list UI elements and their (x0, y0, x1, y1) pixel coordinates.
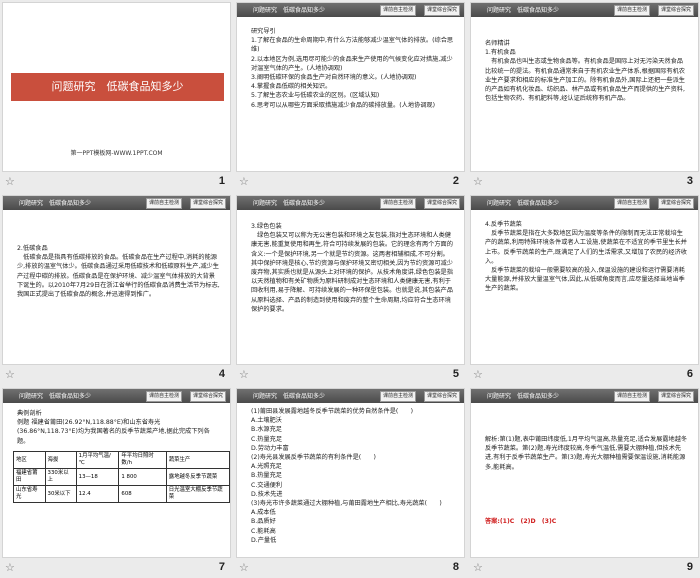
star-icon[interactable]: ☆ (5, 561, 15, 574)
practice-tab: 课堂综合探究 (189, 198, 226, 209)
table-header-row: 地区 海拔 1月平均气温/℃ 年平均日照时数/h 蔬菜生产 (13, 451, 230, 469)
table-cell: 13—18 (75, 468, 120, 486)
practice-tab: 课堂综合探究 (657, 391, 694, 402)
table-cell: 日光温室大棚反季节蔬菜 (165, 485, 230, 503)
slide-number: 7 (218, 561, 225, 573)
slide-footer-8: ☆ 8 (236, 559, 465, 578)
slide-number: 2 (452, 175, 459, 187)
slide-footer-9: ☆ 9 (470, 559, 699, 578)
slide-thumbnail-9[interactable]: 问题研究 低碳食品知多少 课前自主检测 课堂综合探究 解析:第(1)题,表中莆田… (470, 388, 699, 558)
slide-header: 问题研究 低碳食品知多少 课前自主检测 课堂综合探究 (237, 389, 464, 403)
star-icon[interactable]: ☆ (5, 175, 15, 188)
practice-tab: 课堂综合探究 (657, 198, 694, 209)
practice-tab: 课堂综合探究 (423, 391, 460, 402)
slide-footer-6: ☆ 6 (470, 366, 699, 385)
slide-number: 6 (686, 368, 693, 380)
table-header-cell: 蔬菜生产 (165, 451, 230, 469)
header-title: 问题研究 低碳食品知多少 (487, 393, 560, 400)
slide-2-text: 研究导引 1.了解在食品的生命周期中,有什么方法能够减少温室气体的排放。(综合思… (251, 28, 454, 109)
slide-6-text: 4.反季节蔬菜 反季节蔬菜是指在大多数地区因为温度等条件的限制而无法正常栽培生产… (485, 221, 687, 293)
star-icon[interactable]: ☆ (473, 368, 483, 381)
practice-tab: 课堂综合探究 (189, 391, 226, 402)
header-title: 问题研究 低碳食品知多少 (19, 200, 92, 207)
slide-thumbnail-5[interactable]: 问题研究 低碳食品知多少 课前自主检测 课堂综合探究 3.绿色包装 绿色包装又可… (236, 195, 465, 365)
practice-tab: 课堂综合探究 (657, 5, 694, 16)
slide-footer-7: ☆ 7 (2, 559, 231, 578)
slide-thumbnail-7[interactable]: 问题研究 低碳食品知多少 课前自主检测 课堂综合探究 典例剖析 例题 福建省莆田… (2, 388, 231, 558)
table-cell: 1 800 (118, 468, 167, 486)
header-title: 问题研究 低碳食品知多少 (19, 393, 92, 400)
star-icon[interactable]: ☆ (239, 368, 249, 381)
star-icon[interactable]: ☆ (473, 175, 483, 188)
slide-footer-2: ☆ 2 (236, 173, 465, 192)
practice-tab: 课堂综合探究 (423, 5, 460, 16)
table-cell: 山东省寿光 (13, 485, 46, 503)
slide-8-text: (1)莆田县发展露地越冬反季节蔬菜的优势自然条件是( ) A.土壤肥沃 B.水源… (251, 408, 442, 544)
contrast-tab: 课前自主检测 (379, 391, 416, 402)
slide-number: 9 (686, 561, 693, 573)
slide-thumbnail-1[interactable]: 问题研究 低碳食品知多少 第一PPT模板网-WWW.1PPT.COM (2, 2, 231, 172)
slide-footer-4: ☆ 4 (2, 366, 231, 385)
table-row: 山东省寿光 30米以下 12.4 608 日光温室大棚反季节蔬菜 (13, 485, 230, 503)
header-title: 问题研究 低碳食品知多少 (253, 393, 326, 400)
slide-3-text: 名师精讲 1.有机食品 有机食品也叫生态或生物食品等。有机食品是国际上对无污染天… (485, 40, 685, 103)
slide-1-title: 问题研究 低碳食品知多少 (11, 73, 224, 101)
slide-number: 4 (218, 368, 225, 380)
header-title: 问题研究 低碳食品知多少 (253, 7, 326, 14)
slide-1-site: 第一PPT模板网-WWW.1PPT.COM (70, 150, 163, 157)
slide-number: 5 (452, 368, 459, 380)
slide-footer-1: ☆ 1 (2, 173, 231, 192)
climate-table: 地区 海拔 1月平均气温/℃ 年平均日照时数/h 蔬菜生产 福建省莆田 330米… (13, 451, 230, 503)
slide-7-text: 典例剖析 例题 福建省莆田(26.92°N,118.88°E)和山东省寿光(36… (17, 410, 210, 445)
contrast-tab: 课前自主检测 (379, 5, 416, 16)
practice-tab: 课堂综合探究 (423, 198, 460, 209)
slide-4-text: 2.低碳食品 低碳食品是指具有低碳排放的食品。低碳食品在生产过程中,消耗的能源少… (17, 245, 220, 299)
slide-footer-3: ☆ 3 (470, 173, 699, 192)
table-cell: 30米以下 (44, 485, 77, 503)
star-icon[interactable]: ☆ (5, 368, 15, 381)
slide-header: 问题研究 低碳食品知多少 课前自主检测 课堂综合探究 (237, 196, 464, 210)
slide-number: 8 (452, 561, 459, 573)
table-cell: 330米以上 (44, 468, 77, 486)
table-row: 福建省莆田 330米以上 13—18 1 800 露地越冬反季节蔬菜 (13, 468, 230, 486)
slide-header: 问题研究 低碳食品知多少 课前自主检测 课堂综合探究 (237, 3, 464, 17)
slide-number: 1 (218, 175, 225, 187)
contrast-tab: 课前自主检测 (613, 5, 650, 16)
table-header-cell: 1月平均气温/℃ (75, 451, 120, 469)
slide-header: 问题研究 低碳食品知多少 课前自主检测 课堂综合探究 (3, 389, 230, 403)
slide-9-text: 解析:第(1)题,表中莆田纬度低,1月平均气温高,热量充足,适合发展露地越冬反季… (485, 436, 688, 471)
contrast-tab: 课前自主检测 (145, 391, 182, 402)
slide-footer-5: ☆ 5 (236, 366, 465, 385)
slide-5-text: 3.绿色包装 绿色包装又可以称为无公害包装和环境之友包装,指对生态环境和人类健康… (251, 223, 453, 313)
contrast-tab: 课前自主检测 (613, 198, 650, 209)
slide-header: 问题研究 低碳食品知多少 课前自主检测 课堂综合探究 (471, 196, 698, 210)
slide-header: 问题研究 低碳食品知多少 课前自主检测 课堂综合探究 (471, 3, 698, 17)
slide-header: 问题研究 低碳食品知多少 课前自主检测 课堂综合探究 (3, 196, 230, 210)
slide-thumbnail-3[interactable]: 问题研究 低碳食品知多少 课前自主检测 课堂综合探究 名师精讲 1.有机食品 有… (470, 2, 699, 172)
table-header-cell: 地区 (13, 451, 46, 469)
table-header-cell: 海拔 (44, 451, 77, 469)
slide-thumbnail-2[interactable]: 问题研究 低碳食品知多少 课前自主检测 课堂综合探究 研究导引 1.了解在食品的… (236, 2, 465, 172)
star-icon[interactable]: ☆ (473, 561, 483, 574)
slide-number: 3 (686, 175, 693, 187)
header-title: 问题研究 低碳食品知多少 (487, 7, 560, 14)
slide-header: 问题研究 低碳食品知多少 课前自主检测 课堂综合探究 (471, 389, 698, 403)
contrast-tab: 课前自主检测 (613, 391, 650, 402)
header-title: 问题研究 低碳食品知多少 (253, 200, 326, 207)
table-cell: 露地越冬反季节蔬菜 (165, 468, 230, 486)
contrast-tab: 课前自主检测 (145, 198, 182, 209)
slide-9-answer: 答案:(1)C (2)D (3)C (485, 518, 557, 525)
slide-thumbnail-6[interactable]: 问题研究 低碳食品知多少 课前自主检测 课堂综合探究 4.反季节蔬菜 反季节蔬菜… (470, 195, 699, 365)
table-cell: 608 (118, 485, 167, 503)
contrast-tab: 课前自主检测 (379, 198, 416, 209)
table-cell: 12.4 (75, 485, 120, 503)
header-title: 问题研究 低碳食品知多少 (487, 200, 560, 207)
star-icon[interactable]: ☆ (239, 175, 249, 188)
slide-thumbnail-8[interactable]: 问题研究 低碳食品知多少 课前自主检测 课堂综合探究 (1)莆田县发展露地越冬反… (236, 388, 465, 558)
slide-thumbnail-4[interactable]: 问题研究 低碳食品知多少 课前自主检测 课堂综合探究 2.低碳食品 低碳食品是指… (2, 195, 231, 365)
table-cell: 福建省莆田 (13, 468, 46, 486)
star-icon[interactable]: ☆ (239, 561, 249, 574)
table-header-cell: 年平均日照时数/h (118, 451, 167, 469)
